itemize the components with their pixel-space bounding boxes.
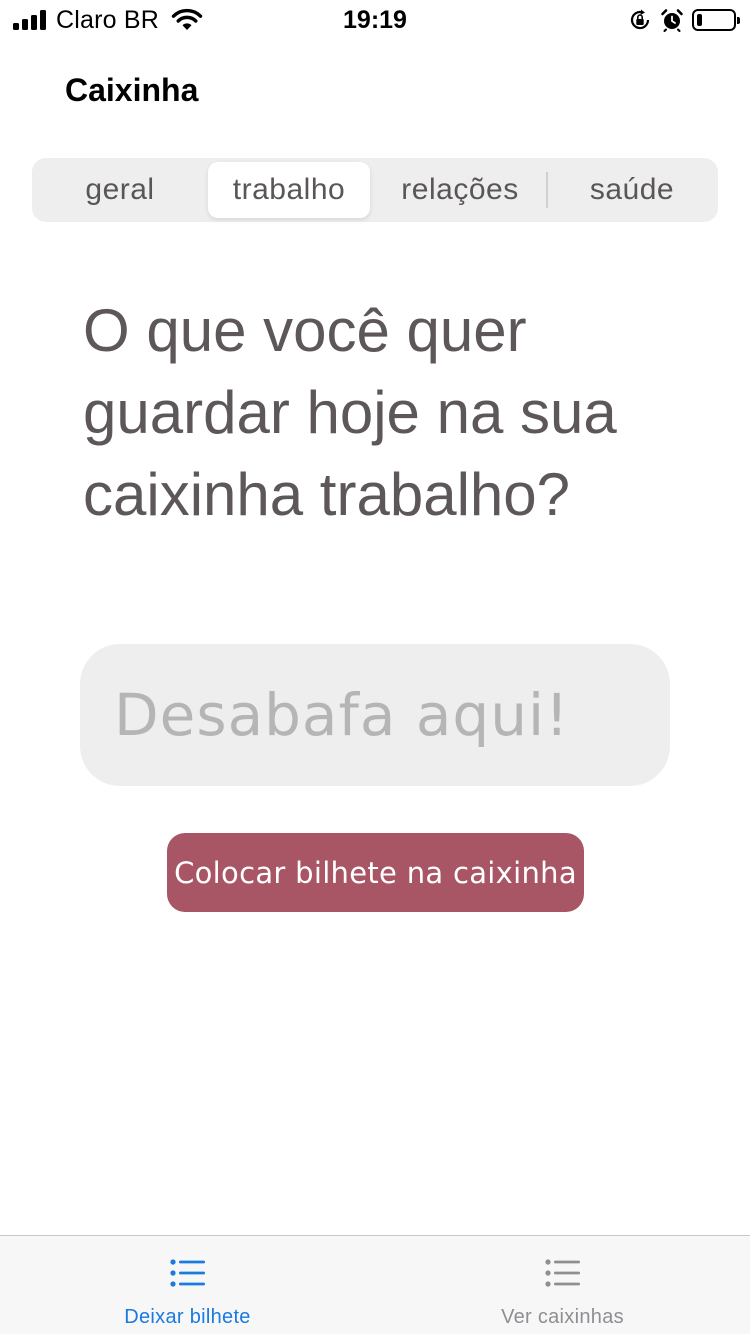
segment-saude[interactable]: saúde: [548, 162, 716, 218]
tab-label: Ver caixinhas: [501, 1306, 624, 1328]
category-segmented-control: geral trabalho relações saúde: [32, 158, 718, 222]
orientation-lock-icon: [630, 9, 650, 30]
list-icon: [169, 1259, 205, 1287]
tab-bar: Deixar bilhete Ver caixinhas: [0, 1235, 750, 1334]
segment-geral[interactable]: geral: [36, 162, 204, 218]
tab-label: Deixar bilhete: [124, 1306, 251, 1328]
segment-trabalho[interactable]: trabalho: [208, 162, 370, 218]
question-heading: O que você quer guardar hoje na sua caix…: [83, 297, 617, 528]
status-right: [628, 6, 740, 34]
tab-deixar-bilhete[interactable]: Deixar bilhete: [0, 1236, 375, 1334]
battery-level: [697, 14, 702, 26]
page-title: Caixinha: [65, 72, 199, 108]
submit-note-button[interactable]: Colocar bilhete na caixinha: [167, 833, 584, 912]
list-icon: [544, 1259, 580, 1287]
alarm-icon: [661, 9, 683, 32]
tab-ver-caixinhas[interactable]: Ver caixinhas: [375, 1236, 750, 1334]
battery-icon: [692, 9, 740, 31]
note-input[interactable]: [80, 644, 670, 786]
status-bar: Claro BR 19:19: [0, 0, 750, 40]
segment-relacoes[interactable]: relações: [374, 162, 546, 218]
